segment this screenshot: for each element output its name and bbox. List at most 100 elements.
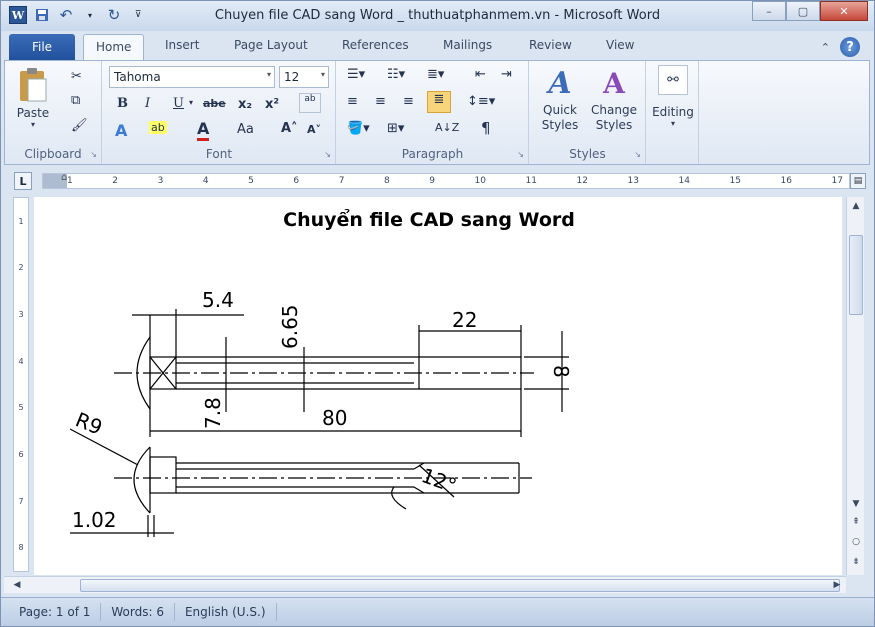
multilevel-list-icon[interactable]: ≣▾ [427,67,444,82]
browse-object-icon[interactable]: ○ [849,535,863,549]
tab-review[interactable]: Review [529,38,572,52]
underline-icon[interactable]: U [173,96,184,111]
copy-icon[interactable]: ⧉ [71,93,80,108]
vertical-ruler: 1 2 3 4 5 6 7 8 [13,197,29,572]
tab-file[interactable]: File [9,34,75,60]
vertical-scroll-thumb[interactable] [849,235,863,315]
cut-icon[interactable]: ✂ [71,69,82,84]
ruler-number: 13 [627,176,639,186]
increase-indent-icon[interactable]: ⇥ [501,67,512,82]
scroll-left-icon[interactable]: ◀ [10,578,24,592]
ruler-number: 12 [576,176,588,186]
paste-label: Paste [16,106,50,120]
dim-8: 8 [549,365,573,378]
sort-icon[interactable]: A↓Z [435,121,459,134]
change-styles-button[interactable]: A Change Styles [588,65,640,133]
font-color-icon[interactable]: A [197,119,210,141]
grow-font-icon[interactable]: A˄ [281,121,298,136]
text-effects-icon[interactable]: A [115,121,127,140]
font-size-select[interactable]: 12 ▾ [279,66,329,88]
minimize-ribbon-icon[interactable]: ⌃ [821,41,830,54]
close-button[interactable]: ✕ [820,1,868,21]
word-count-status[interactable]: Words: 6 [101,603,175,621]
horizontal-scrollbar[interactable]: ◀ ▶ [4,576,846,593]
vertical-ruler-number: 6 [18,449,24,459]
minimize-button[interactable]: – [752,1,786,21]
paragraph-group-label: Paragraph [401,147,464,161]
ruler-number: 5 [248,176,254,186]
borders-icon[interactable]: ⊞▾ [387,121,404,136]
scroll-right-icon[interactable]: ▶ [830,578,844,592]
styles-group-label: Styles [569,147,606,161]
bullets-icon[interactable]: ☰▾ [347,67,365,82]
ruler-number: 15 [729,176,741,186]
font-size-value: 12 [284,70,300,84]
font-family-value: Tahoma [114,70,161,84]
horizontal-scroll-thumb[interactable] [80,579,840,592]
vertical-ruler-number: 3 [18,310,24,320]
paste-icon [20,68,47,102]
superscript-icon[interactable]: x² [265,97,279,112]
paragraph-launcher-icon[interactable]: ↘ [517,150,524,159]
document-page[interactable]: Chuyển file CAD sang Word 5.4 6.65 22 8 … [34,197,842,575]
tab-home[interactable]: Home [83,34,145,61]
tab-insert[interactable]: Insert [165,38,199,52]
ribbon-tabs: File Home Insert Page Layout References … [1,32,874,61]
shading-icon[interactable]: 🪣▾ [347,121,370,136]
ruler-number: 10 [474,176,486,186]
ruler-number: 6 [293,176,300,186]
align-left-icon[interactable]: ≡ [347,94,358,109]
tab-selector-button[interactable]: L [14,172,32,190]
previous-page-icon[interactable]: ⇞ [849,515,863,529]
view-ruler-icon[interactable]: ▤ [850,173,866,189]
quick-styles-button[interactable]: A Quick Styles [536,65,584,133]
tab-references[interactable]: References [342,38,409,52]
maximize-button[interactable]: ▢ [786,1,820,21]
change-styles-label: Change Styles [591,103,637,132]
ribbon: Paste ▾ ✂ ⧉ 🖌 Clipboard ↘ Tahoma ▾ 12 ▾ B … [4,60,870,165]
vertical-ruler-number: 4 [18,356,24,366]
styles-launcher-icon[interactable]: ↘ [634,150,641,159]
change-case-icon[interactable]: Aa [237,122,254,137]
tab-mailings[interactable]: Mailings [443,38,492,52]
scroll-up-icon[interactable]: ▲ [849,199,863,213]
font-launcher-icon[interactable]: ↘ [324,150,331,159]
paste-button[interactable]: Paste ▾ [11,65,55,129]
format-painter-icon[interactable]: 🖌 [71,118,88,133]
help-icon[interactable]: ? [840,37,860,57]
ruler-number: 4 [202,176,209,186]
show-marks-icon[interactable]: ¶ [481,119,491,137]
scroll-down-icon[interactable]: ▼ [849,497,863,511]
subscript-icon[interactable]: x₂ [238,97,252,112]
ruler-number: 9 [429,176,435,186]
vertical-ruler-number: 5 [18,403,24,413]
bold-icon[interactable]: B [117,96,128,111]
numbering-icon[interactable]: ☷▾ [387,67,405,82]
clipboard-group-label: Clipboard [24,147,82,161]
tab-view[interactable]: View [606,38,634,52]
decrease-indent-icon[interactable]: ⇤ [475,67,486,82]
align-right-icon[interactable]: ≡ [403,94,414,109]
editing-label: Editing [652,105,694,119]
line-spacing-icon[interactable]: ↕≡▾ [467,94,495,109]
language-status[interactable]: English (U.S.) [175,603,277,621]
strikethrough-icon[interactable]: abe [203,97,226,110]
change-styles-icon: A [603,67,625,100]
justify-icon[interactable]: ≣ [427,91,451,113]
window-controls: – ▢ ✕ [752,1,868,21]
vertical-scrollbar[interactable]: ▲ ▼ ⇞ ○ ⇟ [846,197,864,575]
highlight-icon[interactable]: ab [149,121,167,134]
tab-page-layout[interactable]: Page Layout [234,38,308,52]
editing-button[interactable]: ⚯ Editing ▾ [649,65,697,128]
underline-dropdown-icon[interactable]: ▾ [189,98,193,107]
clear-formatting-icon[interactable]: ab [299,93,321,113]
group-editing: ⚯ Editing ▾ [647,61,699,164]
page-count-status[interactable]: Page: 1 of 1 [9,603,102,621]
font-family-select[interactable]: Tahoma ▾ [109,66,275,88]
shrink-font-icon[interactable]: A˅ [307,123,321,136]
align-center-icon[interactable]: ≡ [375,94,386,109]
next-page-icon[interactable]: ⇟ [849,555,863,569]
clipboard-launcher-icon[interactable]: ↘ [90,150,97,159]
italic-icon[interactable]: I [145,96,150,111]
group-paragraph: ☰▾ ☷▾ ≣▾ ⇤ ⇥ ≡ ≡ ≡ ≣ ↕≡▾ 🪣▾ ⊞▾ A↓Z ¶ Par… [337,61,529,164]
